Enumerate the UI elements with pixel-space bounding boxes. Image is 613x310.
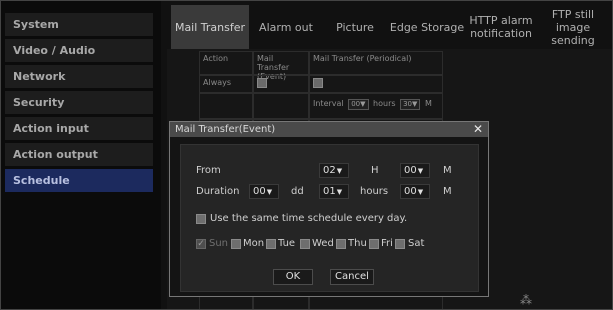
sidebar-item-network[interactable]: Network — [5, 65, 153, 88]
grid-header-event: Mail Transfer (Event) — [253, 51, 309, 81]
app-window: System Video / Audio Network Security Ac… — [0, 0, 613, 310]
interval-hours-select[interactable]: 00▼ — [348, 99, 369, 110]
grid-header-action: Action — [199, 51, 253, 75]
tab-bar: Mail Transfer Alarm out Picture Edge Sto… — [167, 5, 612, 49]
day-checkbox-wed[interactable] — [300, 239, 310, 249]
tab-alarm-out[interactable]: Alarm out — [251, 5, 321, 49]
cancel-button[interactable]: Cancel — [330, 269, 374, 285]
ok-button[interactable]: OK — [273, 269, 313, 285]
day-label-wed: Wed — [312, 238, 334, 249]
chevron-down-icon: ▼ — [417, 188, 424, 196]
grid-cell-periodical-always — [309, 75, 443, 93]
day-checkbox-fri[interactable] — [369, 239, 379, 249]
dialog-body: From 02▼ H M 00▼ Duration 00▼ dd 01▼ hou… — [180, 144, 479, 292]
from-hour-unit: H — [371, 165, 379, 176]
day-label-thu: Thu — [348, 238, 367, 249]
duration-min-unit: M — [443, 186, 452, 197]
chevron-down-icon: ▼ — [336, 167, 343, 175]
interval-hours-unit: hours — [373, 99, 396, 108]
mail-transfer-event-dialog: Mail Transfer(Event) ✕ From 02▼ H M 00▼ … — [169, 121, 489, 297]
duration-days-select[interactable]: 00▼ — [249, 184, 279, 199]
loading-spinner-icon: ⁂ — [520, 293, 532, 307]
event-always-checkbox[interactable] — [257, 78, 267, 88]
from-hour-select[interactable]: 02▼ — [319, 163, 349, 178]
tab-http-alarm-notification[interactable]: HTTP alarm notification — [467, 5, 535, 49]
sidebar: System Video / Audio Network Security Ac… — [1, 1, 161, 309]
periodical-always-checkbox[interactable] — [313, 78, 323, 88]
day-checkbox-tue[interactable] — [266, 239, 276, 249]
duration-label: Duration — [196, 186, 240, 197]
interval-label: Interval — [313, 99, 344, 108]
chevron-down-icon: ▼ — [266, 188, 273, 196]
grid-row-always: Always — [199, 75, 253, 93]
duration-hours-select[interactable]: 01▼ — [319, 184, 349, 199]
duration-days-unit: dd — [291, 186, 304, 197]
grid-cell — [199, 93, 253, 119]
duration-min-select[interactable]: 00▼ — [400, 184, 430, 199]
day-label-sun: Sun — [209, 238, 229, 249]
tab-ftp-still-image-sending[interactable]: FTP still image sending — [537, 5, 609, 49]
dialog-title: Mail Transfer(Event) — [170, 122, 488, 137]
day-checkbox-mon[interactable] — [231, 239, 241, 249]
from-min-select[interactable]: 00▼ — [400, 163, 430, 178]
sidebar-item-action-input[interactable]: Action input — [5, 117, 153, 140]
close-icon[interactable]: ✕ — [473, 122, 483, 136]
sidebar-item-video-audio[interactable]: Video / Audio — [5, 39, 153, 62]
grid-header-periodical: Mail Transfer (Periodical) — [309, 51, 443, 75]
grid-cell-event-always — [253, 75, 309, 93]
same-schedule-label: Use the same time schedule every day. — [210, 213, 408, 224]
day-checkbox-sun[interactable]: ✓ — [196, 239, 206, 249]
duration-hours-unit: hours — [360, 186, 389, 197]
day-checkbox-sat[interactable] — [395, 239, 405, 249]
day-checkbox-thu[interactable] — [336, 239, 346, 249]
checkmark-icon: ✓ — [197, 239, 205, 249]
sidebar-item-action-output[interactable]: Action output — [5, 143, 153, 166]
day-label-mon: Mon — [243, 238, 265, 249]
day-label-fri: Fri — [381, 238, 393, 249]
from-min-unit: M — [443, 165, 452, 176]
day-label-sat: Sat — [408, 238, 425, 249]
sidebar-item-system[interactable]: System — [5, 13, 153, 36]
chevron-down-icon: ▼ — [336, 188, 343, 196]
day-label-tue: Tue — [278, 238, 296, 249]
tab-picture[interactable]: Picture — [323, 5, 387, 49]
grid-cell — [253, 93, 309, 119]
interval-min-unit: M — [424, 99, 432, 108]
tab-edge-storage[interactable]: Edge Storage — [389, 5, 465, 49]
sidebar-item-security[interactable]: Security — [5, 91, 153, 114]
interval-cell: Interval 00▼ hours 30▼ M — [309, 93, 443, 119]
from-label: From — [196, 165, 221, 176]
tab-mail-transfer[interactable]: Mail Transfer — [171, 5, 249, 49]
sidebar-item-schedule[interactable]: Schedule — [5, 169, 153, 192]
chevron-down-icon: ▼ — [417, 167, 424, 175]
interval-min-select[interactable]: 30▼ — [400, 99, 421, 110]
same-schedule-checkbox[interactable] — [196, 214, 206, 224]
